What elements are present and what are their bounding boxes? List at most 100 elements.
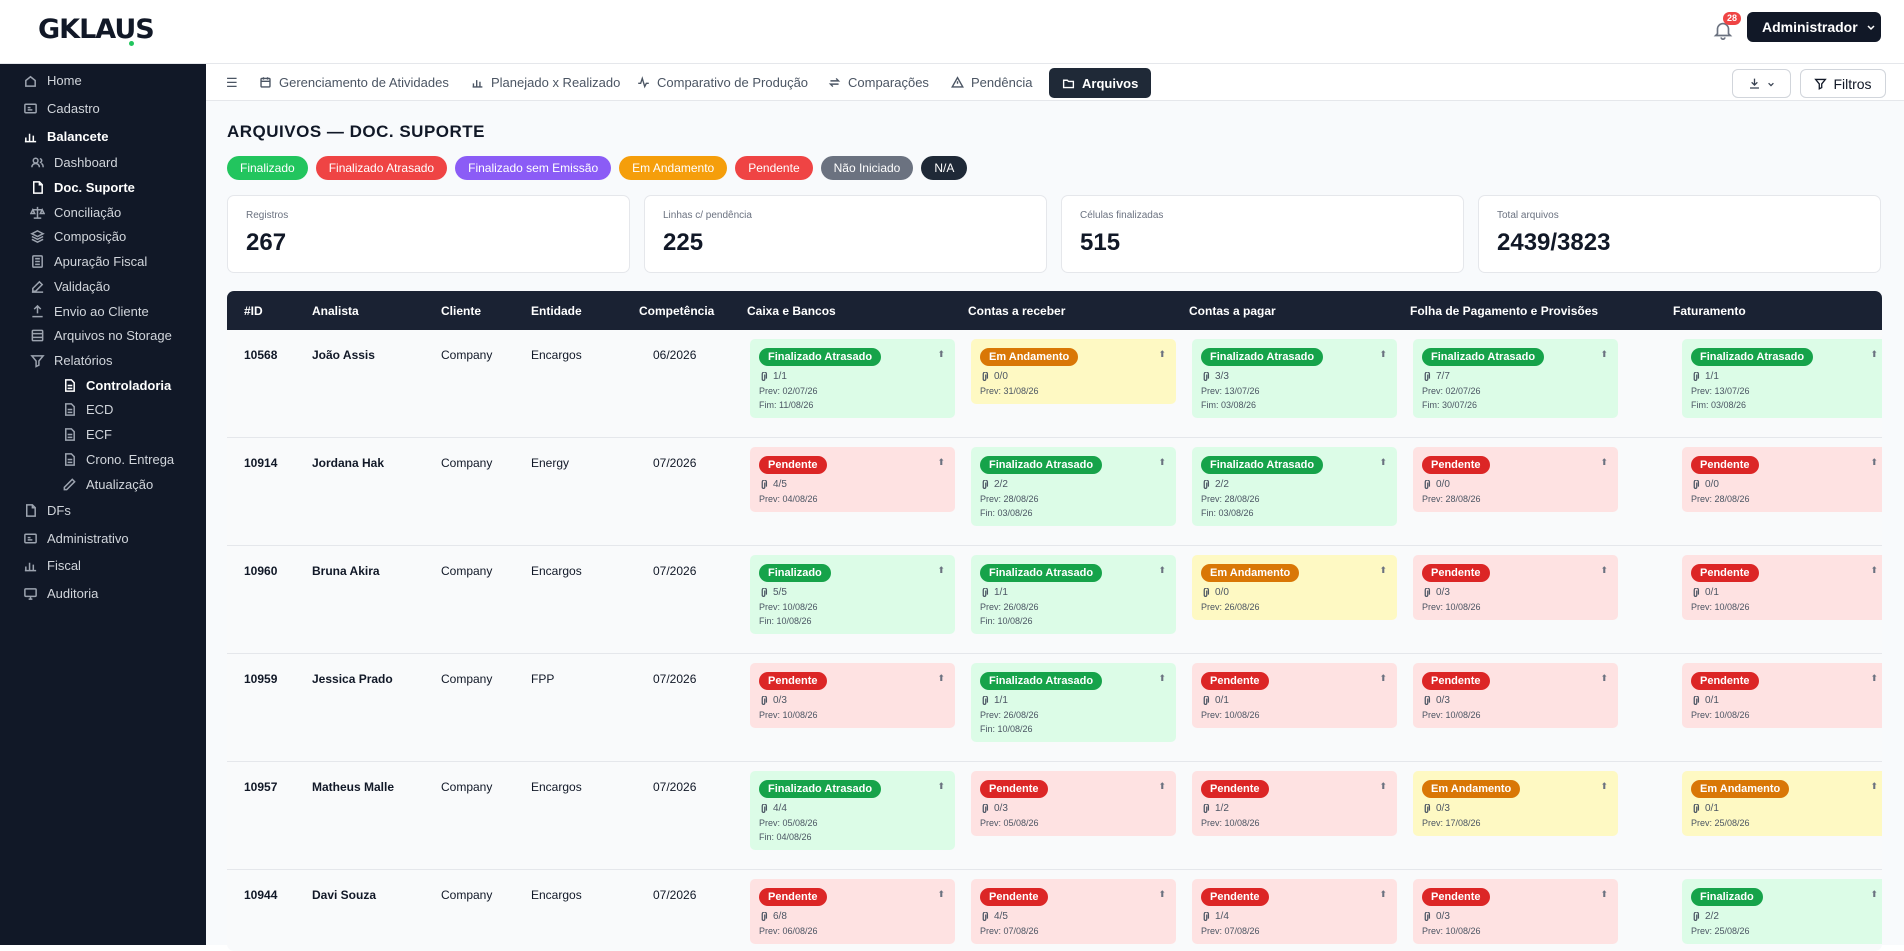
upload-icon[interactable]: ⬆ [1379,673,1387,684]
status-card[interactable]: Pendente ⬆ 4/5 Prev: 07/08/26 [971,879,1176,944]
sidebar-item-valida-o[interactable]: Validação [30,279,110,294]
sidebar-item-ecd[interactable]: ECD [62,402,113,417]
upload-icon[interactable]: ⬆ [1158,565,1166,576]
upload-icon[interactable]: ⬆ [1158,457,1166,468]
status-card[interactable]: Pendente ⬆ 0/1 Prev: 10/08/26 [1192,663,1397,728]
upload-icon[interactable]: ⬆ [1600,457,1608,468]
status-card[interactable]: Finalizado ⬆ 2/2 Prev: 25/08/26 [1682,879,1882,944]
upload-icon[interactable]: ⬆ [1870,457,1878,468]
status-card[interactable]: Finalizado Atrasado ⬆ 1/1 Prev: 02/07/26 Fim… [750,339,955,418]
upload-icon[interactable]: ⬆ [1379,565,1387,576]
table-row[interactable]: 10959 Jessica Prado Company FPP 07/2026 Pende… [227,654,1882,762]
status-card[interactable]: Pendente ⬆ 0/3 Prev: 10/08/26 [1413,555,1618,620]
tab-arquivos[interactable]: Arquivos [1049,68,1152,98]
sidebar-item-doc-suporte[interactable]: Doc. Suporte [30,180,135,195]
notifications-button[interactable]: 28 [1708,12,1742,44]
status-card[interactable]: Pendente ⬆ 1/4 Prev: 07/08/26 [1192,879,1397,944]
sidebar-item-administrativo[interactable]: Administrativo [23,531,129,546]
status-card[interactable]: Pendente ⬆ 0/1 Prev: 10/08/26 [1682,555,1882,620]
status-card[interactable]: Em Andamento ⬆ 0/0 Prev: 31/08/26 [971,339,1176,404]
sidebar-item-arquivos-no-storage[interactable]: Arquivos no Storage [30,328,172,343]
upload-icon[interactable]: ⬆ [1379,889,1387,900]
tab-comparativo-de-produ-o[interactable]: Comparativo de Produção [637,64,808,101]
status-card[interactable]: Finalizado Atrasado ⬆ 3/3 Prev: 13/07/26 Fim… [1192,339,1397,418]
status-card[interactable]: Pendente ⬆ 0/1 Prev: 10/08/26 [1682,663,1882,728]
upload-icon[interactable]: ⬆ [937,889,945,900]
sidebar-item-envio-ao-cliente[interactable]: Envio ao Cliente [30,304,149,319]
sidebar-item-concilia-o[interactable]: Conciliação [30,205,121,220]
status-card[interactable]: Em Andamento ⬆ 0/1 Prev: 25/08/26 [1682,771,1882,836]
status-card[interactable]: Finalizado Atrasado ⬆ 4/4 Prev: 05/08/26 Fin… [750,771,955,850]
sidebar-item-cadastro[interactable]: Cadastro [23,101,100,116]
sidebar-item-relat-rios[interactable]: Relatórios [30,353,113,368]
status-card[interactable]: Finalizado Atrasado ⬆ 2/2 Prev: 28/08/26 Fin… [971,447,1176,526]
status-card[interactable]: Em Andamento ⬆ 0/0 Prev: 26/08/26 [1192,555,1397,620]
tab-planejado-x-realizado[interactable]: Planejado x Realizado [471,64,620,101]
upload-icon[interactable]: ⬆ [1379,781,1387,792]
status-card[interactable]: Pendente ⬆ 0/3 Prev: 05/08/26 [971,771,1176,836]
upload-icon[interactable]: ⬆ [1158,673,1166,684]
tab-pend-ncia[interactable]: Pendência [951,64,1032,101]
sidebar-item-atualiza-o[interactable]: Atualização [62,477,153,492]
status-card[interactable]: Finalizado Atrasado ⬆ 7/7 Prev: 02/07/26 Fim… [1413,339,1618,418]
sidebar-item-balancete[interactable]: Balancete [23,129,108,144]
table-row[interactable]: 10944 Davi Souza Company Encargos 07/2026 Pen… [227,870,1882,951]
status-card[interactable]: Pendente ⬆ 0/0 Prev: 28/08/26 [1413,447,1618,512]
upload-icon[interactable]: ⬆ [937,457,945,468]
status-card[interactable]: Pendente ⬆ 1/2 Prev: 10/08/26 [1192,771,1397,836]
upload-icon[interactable]: ⬆ [1600,781,1608,792]
upload-icon[interactable]: ⬆ [1870,889,1878,900]
upload-icon[interactable]: ⬆ [1870,673,1878,684]
sidebar-item-home[interactable]: Home [23,73,82,88]
sidebar-item-ecf[interactable]: ECF [62,427,112,442]
filters-button[interactable]: Filtros [1800,69,1886,98]
upload-icon[interactable]: ⬆ [937,781,945,792]
table-row[interactable]: 10957 Matheus Malle Company Encargos 07/2026… [227,762,1882,870]
sidebar-item-crono-entrega[interactable]: Crono. Entrega [62,452,174,467]
upload-icon[interactable]: ⬆ [1600,889,1608,900]
upload-icon[interactable]: ⬆ [937,349,945,360]
upload-icon[interactable]: ⬆ [1600,673,1608,684]
user-menu-button[interactable]: Administrador [1747,12,1881,42]
sidebar-item-fiscal[interactable]: Fiscal [23,558,81,573]
sidebar-item-composi-o[interactable]: Composição [30,229,126,244]
status-card[interactable]: Em Andamento ⬆ 0/3 Prev: 17/08/26 [1413,771,1618,836]
status-card[interactable]: Finalizado Atrasado ⬆ 2/2 Prev: 28/08/26 Fin… [1192,447,1397,526]
table-row[interactable]: 10914 Jordana Hak Company Energy 07/2026 Pend… [227,438,1882,546]
sidebar-item-auditoria[interactable]: Auditoria [23,586,98,601]
table-row[interactable]: 10960 Bruna Akira Company Encargos 07/2026 Fi… [227,546,1882,654]
app-logo[interactable]: GKLAUS [38,14,155,46]
status-card[interactable]: Finalizado Atrasado ⬆ 1/1 Prev: 26/08/26 Fin… [971,555,1176,634]
status-card[interactable]: Pendente ⬆ 0/0 Prev: 28/08/26 [1682,447,1882,512]
upload-icon[interactable]: ⬆ [1379,349,1387,360]
upload-icon[interactable]: ⬆ [1600,349,1608,360]
upload-icon[interactable]: ⬆ [937,673,945,684]
status-card[interactable]: Finalizado Atrasado ⬆ 1/1 Prev: 13/07/26 Fim… [1682,339,1882,418]
upload-icon[interactable]: ⬆ [1158,889,1166,900]
upload-icon[interactable]: ⬆ [1379,457,1387,468]
status-card[interactable]: Pendente ⬆ 0/3 Prev: 10/08/26 [750,663,955,728]
tab-gerenciamento-de-atividades[interactable]: Gerenciamento de Atividades [259,64,449,101]
download-button[interactable] [1732,69,1791,98]
upload-icon[interactable]: ⬆ [937,565,945,576]
sidebar-item-dfs[interactable]: DFs [23,503,71,518]
status-card[interactable]: Pendente ⬆ 0/3 Prev: 10/08/26 [1413,879,1618,944]
table-row[interactable]: 10568 João Assis Company Encargos 06/2026 Fin… [227,330,1882,438]
sidebar-item-apura-o-fiscal[interactable]: Apuração Fiscal [30,254,147,269]
tab-compara-es[interactable]: Comparações [828,64,929,101]
column-header: Faturamento [1673,304,1746,318]
sidebar-item-controladoria[interactable]: Controladoria [62,378,171,393]
upload-icon[interactable]: ⬆ [1600,565,1608,576]
upload-icon[interactable]: ⬆ [1158,781,1166,792]
sidebar-item-dashboard[interactable]: Dashboard [30,155,118,170]
status-card[interactable]: Pendente ⬆ 0/3 Prev: 10/08/26 [1413,663,1618,728]
upload-icon[interactable]: ⬆ [1870,565,1878,576]
status-card[interactable]: Finalizado Atrasado ⬆ 1/1 Prev: 26/08/26 Fin… [971,663,1176,742]
upload-icon[interactable]: ⬆ [1870,349,1878,360]
status-card[interactable]: Finalizado ⬆ 5/5 Prev: 10/08/26 Fin: 10/08/2… [750,555,955,634]
upload-icon[interactable]: ⬆ [1870,781,1878,792]
upload-icon[interactable]: ⬆ [1158,349,1166,360]
status-card[interactable]: Pendente ⬆ 6/8 Prev: 06/08/26 [750,879,955,944]
menu-toggle-icon[interactable]: ☰ [226,75,238,91]
status-card[interactable]: Pendente ⬆ 4/5 Prev: 04/08/26 [750,447,955,512]
